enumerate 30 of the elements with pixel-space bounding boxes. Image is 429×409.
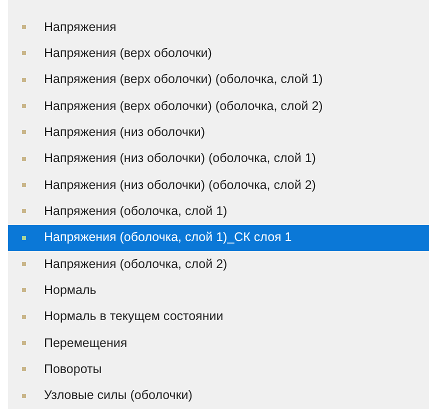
list-item[interactable]: Напряжения (оболочка, слой 1)_СК слоя 1 — [8, 224, 429, 251]
bullet-icon — [22, 262, 26, 266]
bullet-icon — [22, 156, 26, 161]
list-item[interactable]: Напряжения (верх оболочки) (оболочка, слой 1) — [8, 66, 429, 93]
bullet-icon — [22, 341, 26, 346]
list-item[interactable]: Напряжения (оболочка, слой 1) — [8, 198, 429, 225]
list-item[interactable]: Напряжения (низ оболочки) — [8, 119, 429, 146]
bullet-icon — [22, 104, 26, 108]
bullet-icon — [22, 236, 26, 240]
bullet-icon — [22, 367, 26, 372]
list-item[interactable]: Напряжения (оболочка, слой 2) — [8, 250, 429, 278]
list-item[interactable]: Повороты — [8, 356, 429, 383]
bullet-icon — [22, 51, 26, 56]
list-item[interactable]: Напряжения (низ оболочки) (оболочка, слой 2) — [8, 172, 429, 198]
list-item[interactable]: Перемещения — [8, 330, 429, 356]
bullet-icon — [22, 314, 26, 319]
bullet-icon — [22, 394, 26, 398]
list-item[interactable]: Нормаль — [8, 277, 429, 304]
list-item[interactable]: Напряжения — [8, 14, 429, 40]
bullet-icon — [22, 209, 26, 214]
list-item[interactable]: Напряжения (верх оболочки) — [8, 40, 429, 67]
bullet-icon — [22, 183, 26, 188]
list-item[interactable]: Напряжения (низ оболочки) (оболочка, слой 1) — [8, 146, 429, 172]
list-item[interactable]: Напряжения (верх оболочки) (оболочка, слой 2) — [8, 92, 429, 120]
bullet-icon — [22, 25, 26, 30]
list-item[interactable]: Узловые силы (оболочки) — [8, 382, 429, 409]
bullet-icon — [22, 130, 26, 134]
bullet-icon — [22, 78, 26, 82]
bullet-icon — [22, 288, 26, 292]
list-item[interactable]: Нормаль в текущем состоянии — [8, 304, 429, 330]
